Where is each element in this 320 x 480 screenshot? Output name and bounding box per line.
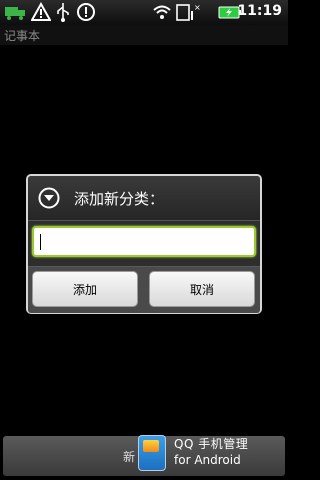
add-button[interactable]: 添加 xyxy=(32,271,138,307)
qq-manager-subtitle: for Android xyxy=(174,453,241,467)
text-cursor xyxy=(40,234,41,250)
usb-icon xyxy=(57,3,69,22)
app-title-bar: 记事本 xyxy=(0,25,288,45)
clock: 11:19 xyxy=(237,3,282,19)
qq-manager-title: QQ 手机管理 xyxy=(174,437,249,451)
truck-icon xyxy=(5,7,25,20)
add-category-dialog: 添加新分类： 添加 取消 xyxy=(26,174,262,314)
qq-manager-badge[interactable]: QQ 手机管理 for Android xyxy=(138,433,288,480)
qq-manager-icon xyxy=(138,435,166,471)
svg-text:×: × xyxy=(194,3,201,12)
dialog-header: 添加新分类： xyxy=(28,176,260,221)
wifi-icon xyxy=(153,5,171,19)
category-name-input[interactable] xyxy=(32,226,256,257)
cancel-button[interactable]: 取消 xyxy=(149,271,255,307)
dialog-title: 添加新分类： xyxy=(74,190,165,208)
status-bar: × 11:19 xyxy=(0,0,288,25)
app-title: 记事本 xyxy=(4,29,41,43)
warning-icon xyxy=(31,2,51,21)
chevron-down-icon xyxy=(38,187,60,209)
sim-icon: × xyxy=(176,3,201,21)
alert-icon xyxy=(77,3,95,21)
bottom-action-label: 新 xyxy=(123,450,136,464)
screen: × 11:19 记事本 新 QQ 手机管理 for Android 添加新分类： xyxy=(0,0,288,480)
dialog-button-row: 添加 取消 xyxy=(28,266,260,313)
